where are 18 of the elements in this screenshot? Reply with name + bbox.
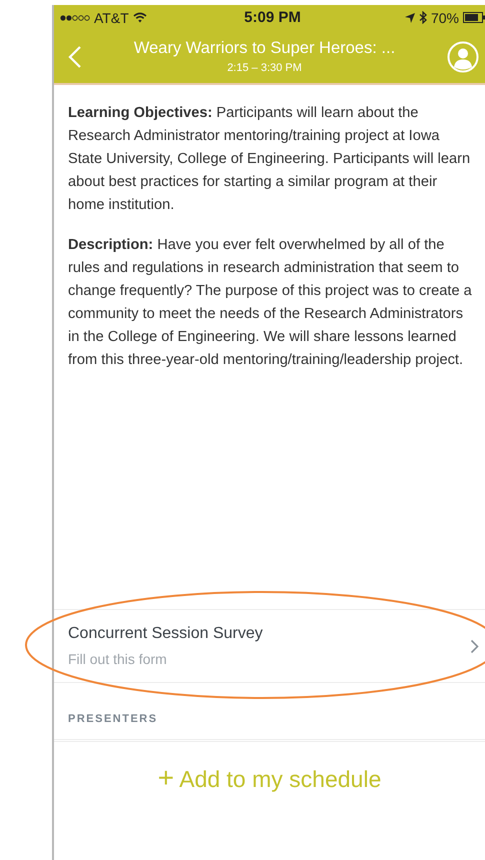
signal-icon: [60, 14, 90, 22]
battery-icon: [462, 12, 485, 23]
wifi-icon: [132, 12, 147, 23]
description-paragraph: Description: Have you ever felt overwhelmed by all of the rules and regulations in research administration that seem to change frequently? The purpose of this project was to create a community to meet the needs of the Research Administrators in the College of Engineering. We will share lessons learned from this three-year-old mentoring/training/leadership project.: [67, 236, 473, 370]
back-icon[interactable]: [68, 44, 82, 68]
profile-icon[interactable]: [447, 40, 479, 72]
survey-title: Concurrent Session Survey: [68, 625, 264, 643]
bluetooth-icon: [418, 11, 427, 24]
chevron-icon: [470, 638, 479, 654]
status-time: 5:09 PM: [244, 9, 301, 26]
description-paragraph: Learning Objectives: Participants will learn about the Research Administrator mentoring/training project at Iowa State University, College of Engineering. Participants will learn about best practices for starting a similar program at their home institution.: [67, 104, 472, 215]
survey-subtitle: Fill out this form: [68, 651, 168, 667]
session-time: 2:15 – 3:30 PM: [227, 62, 302, 74]
section-header: PRESENTERS: [54, 683, 485, 742]
location-icon: [404, 12, 415, 22]
session-title: Weary Warriors to Super Heroes: ...: [134, 39, 396, 58]
carrier-name: AT&T: [94, 10, 129, 26]
battery-percent: 70%: [430, 10, 459, 26]
